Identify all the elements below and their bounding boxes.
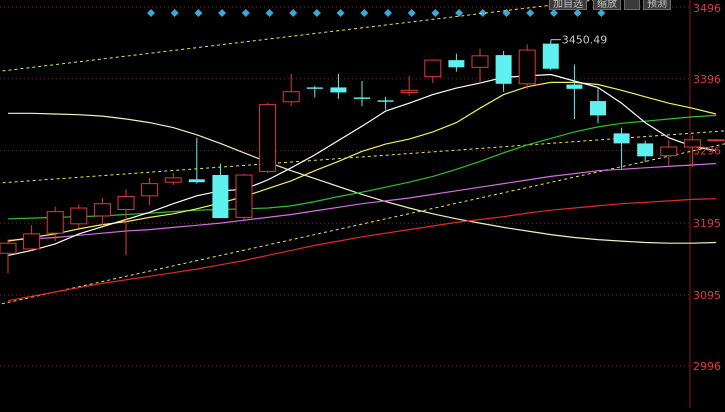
candle — [613, 127, 630, 169]
ma-yellow-line — [7, 81, 717, 242]
event-marker — [218, 9, 227, 17]
candle-body — [235, 174, 253, 218]
price-tick-label: 3195 — [693, 217, 721, 230]
price-tick-label: 2996 — [693, 360, 721, 373]
event-marker — [526, 9, 535, 17]
stock-chart-window[interactable]: 3450.49 3496 3396 3296 3195 3095 2996 加自选 缩放 … — [0, 0, 725, 408]
candle — [495, 50, 512, 92]
event-marker — [336, 9, 345, 17]
candle-body — [0, 242, 17, 254]
candle — [660, 139, 678, 167]
candle-body — [117, 196, 135, 210]
candle — [212, 163, 229, 219]
candle-body — [707, 139, 725, 142]
candle-body — [542, 43, 559, 69]
candle-body — [448, 60, 465, 68]
candle — [590, 87, 606, 124]
candle-body — [46, 211, 64, 234]
candle — [637, 140, 654, 163]
square-icon[interactable] — [624, 0, 640, 10]
candle-body — [23, 233, 41, 250]
candle-body — [141, 183, 159, 197]
candle-body — [330, 87, 347, 93]
candle-body — [306, 87, 323, 89]
candle — [471, 48, 489, 84]
candle-body — [93, 203, 111, 217]
event-marker — [384, 9, 392, 17]
candle-body — [212, 175, 229, 219]
candle-body — [518, 49, 536, 85]
price-tick-label: 3396 — [693, 73, 721, 86]
event-marker — [170, 9, 179, 17]
candle — [566, 64, 583, 120]
high-price-label: 3450.49 — [562, 34, 608, 47]
event-marker — [147, 9, 155, 17]
candle-body — [259, 104, 277, 172]
candle — [164, 172, 182, 186]
candle — [707, 139, 725, 142]
candle-body — [613, 133, 630, 144]
event-marker — [573, 9, 582, 17]
moving-averages — [7, 73, 717, 302]
price-tick-label: 3095 — [693, 289, 721, 302]
event-marker — [289, 9, 298, 17]
candle-body — [471, 55, 489, 68]
candle-body — [70, 207, 88, 225]
add-to-watchlist-button[interactable]: 加自选 — [549, 0, 587, 10]
event-marker — [194, 9, 203, 17]
price-tick-label: 3296 — [693, 145, 721, 158]
candle-body — [566, 84, 583, 89]
event-markers — [147, 9, 606, 17]
candle-body — [495, 55, 512, 84]
candle — [141, 177, 159, 206]
event-marker — [407, 9, 416, 17]
candle — [330, 73, 347, 99]
ma-red-line — [7, 198, 717, 302]
candle-body — [660, 146, 678, 157]
annotations: 3450.49 — [550, 34, 608, 47]
candle-body — [424, 59, 442, 78]
event-marker — [312, 9, 321, 17]
candle — [542, 39, 559, 71]
candle-body — [282, 91, 300, 103]
candle-body — [354, 97, 370, 99]
candle — [448, 53, 465, 72]
event-marker — [265, 9, 274, 17]
zoom-button[interactable]: 缩放 — [593, 0, 621, 10]
event-marker — [431, 9, 440, 17]
forecast-button[interactable]: 预测 — [643, 0, 671, 10]
candle — [400, 75, 418, 97]
candle — [235, 173, 253, 220]
candle — [0, 239, 17, 274]
candle — [259, 103, 277, 173]
candle — [306, 85, 323, 98]
candle-body — [400, 89, 418, 93]
candle — [46, 206, 64, 242]
candle-body — [590, 101, 606, 116]
event-marker — [597, 9, 606, 17]
candle-body — [377, 100, 394, 102]
candle — [93, 197, 111, 226]
ma-purple-line — [7, 162, 717, 241]
trend-lines — [0, 0, 725, 305]
candle — [23, 225, 41, 251]
candle — [518, 44, 536, 89]
candle — [377, 96, 394, 110]
trend-line — [0, 143, 725, 305]
candle — [70, 204, 88, 229]
price-tick-label: 3496 — [693, 2, 721, 15]
candle-body — [164, 177, 182, 183]
event-marker — [241, 9, 250, 17]
candle — [354, 80, 370, 107]
candlestick-chart[interactable]: 3450.49 3496 3396 3296 3195 3095 2996 — [0, 0, 725, 408]
candle — [424, 59, 442, 84]
event-marker — [549, 9, 558, 17]
candle-body — [188, 179, 205, 183]
price-axis: 3496 3396 3296 3195 3095 2996 — [693, 2, 721, 373]
candle-body — [637, 143, 654, 157]
event-marker — [360, 9, 369, 17]
candle — [188, 137, 205, 184]
